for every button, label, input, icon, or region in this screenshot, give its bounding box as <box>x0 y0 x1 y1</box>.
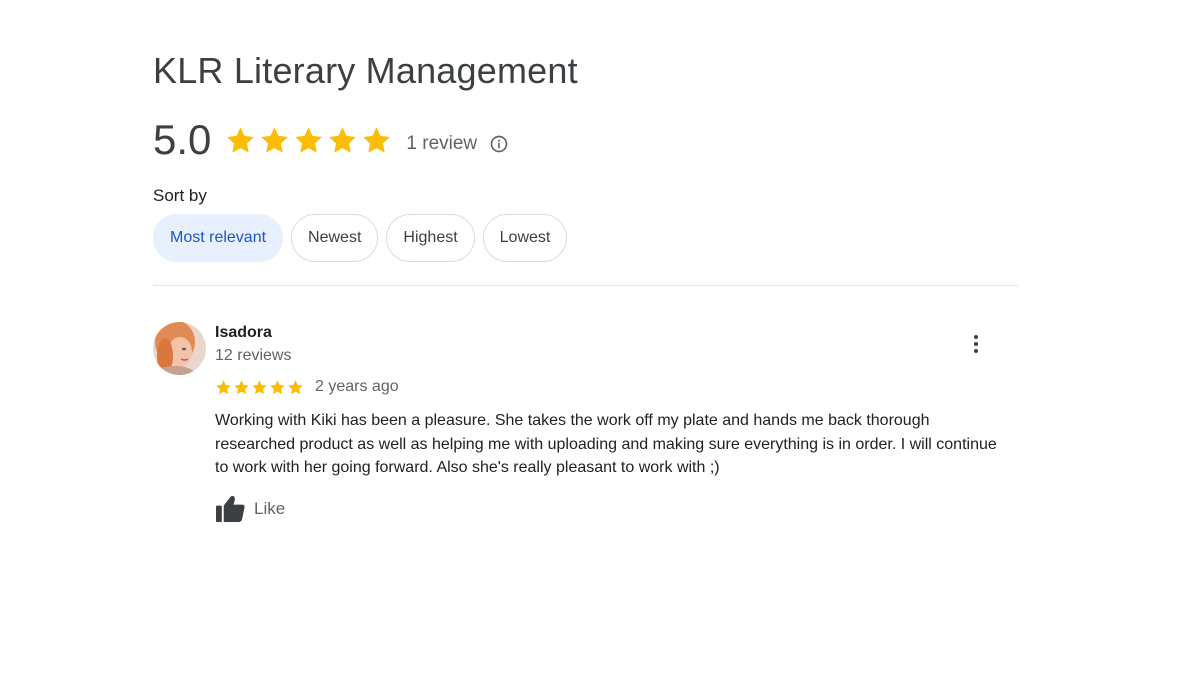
sort-chip-newest[interactable]: Newest <box>291 214 379 262</box>
info-icon[interactable] <box>489 134 509 154</box>
reviewer-review-count: 12 reviews <box>215 347 292 364</box>
rating-stars <box>225 125 392 156</box>
star-icon <box>270 379 285 394</box>
avatar[interactable] <box>153 322 206 375</box>
star-icon <box>295 126 323 153</box>
divider <box>153 285 1018 286</box>
star-icon <box>216 379 231 394</box>
star-icon <box>363 126 391 153</box>
more-vert-icon[interactable] <box>964 332 988 356</box>
star-icon <box>252 379 267 394</box>
sort-label: Sort by <box>153 186 207 205</box>
sort-chip-most-relevant[interactable]: Most relevant <box>153 214 284 262</box>
star-icon <box>288 379 303 394</box>
sort-chip-highest[interactable]: Highest <box>386 214 475 262</box>
business-title: KLR Literary Management <box>153 50 578 91</box>
rating-score: 5.0 <box>153 116 212 163</box>
review-count: 1 review <box>406 133 478 154</box>
thumbs-up-icon <box>216 495 245 523</box>
reviews-page: KLR Literary Management 5.0 1 review Sor… <box>0 0 1200 675</box>
sort-chip-lowest[interactable]: Lowest <box>482 214 568 262</box>
star-icon <box>227 126 255 153</box>
avatar-photo <box>153 322 206 375</box>
review-rating-row: 2 years ago <box>215 378 399 396</box>
review-date: 2 years ago <box>315 378 399 395</box>
star-icon <box>329 126 357 153</box>
review-text: Working with Kiki has been a pleasure. S… <box>215 412 997 476</box>
like-button[interactable]: Like <box>215 494 285 523</box>
star-icon <box>261 126 289 153</box>
like-label: Like <box>254 498 286 518</box>
reviewer-name[interactable]: Isadora <box>215 324 272 342</box>
review-stars <box>215 379 304 396</box>
sort-chips: Most relevant Newest Highest Lowest <box>153 214 568 262</box>
star-icon <box>234 379 249 394</box>
rating-summary: 5.0 1 review <box>153 116 509 164</box>
